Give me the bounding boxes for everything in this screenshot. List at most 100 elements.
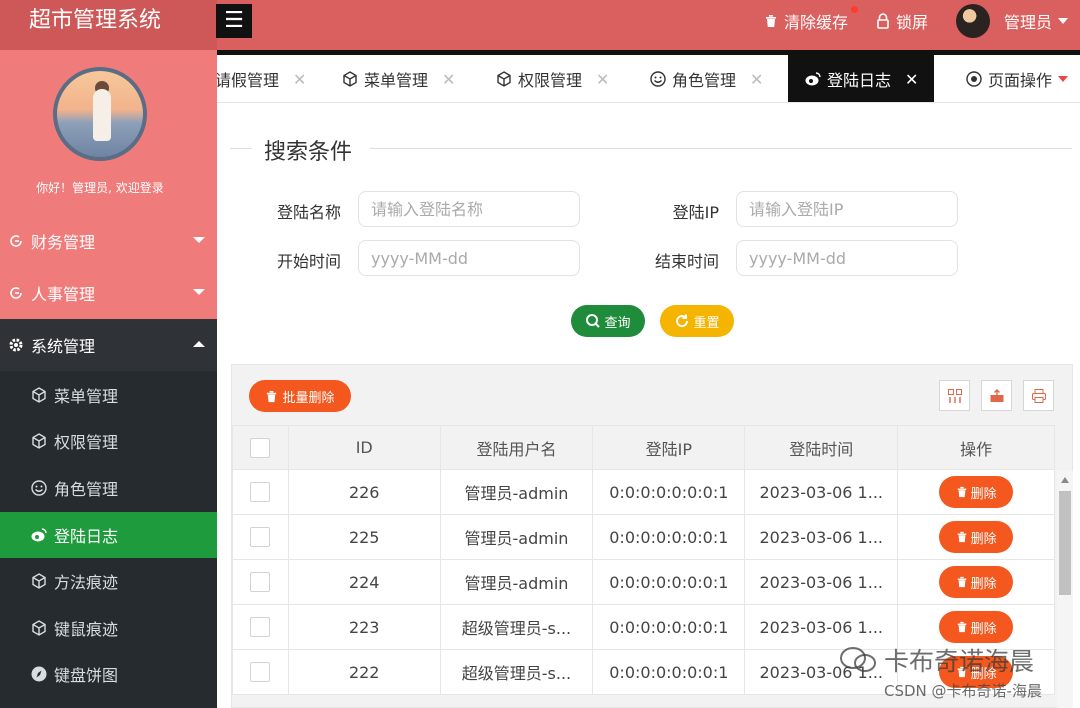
search-title: 搜索条件: [264, 140, 353, 165]
search-icon: [586, 314, 601, 328]
user-cell: 超级管理员-s...: [439, 649, 594, 695]
login-ip-input[interactable]: [736, 191, 958, 227]
tab-login-log[interactable]: 登陆日志 ✕: [788, 55, 935, 102]
weibo-icon: [31, 528, 47, 542]
query-button[interactable]: 查询: [571, 305, 645, 337]
tab-leave[interactable]: 请假管理 ✕: [217, 55, 306, 102]
weibo-icon: [805, 72, 821, 86]
page-operations-label: 页面操作: [987, 71, 1052, 90]
tab-permission[interactable]: 权限管理 ✕: [495, 55, 609, 102]
row-select-cell: [232, 649, 289, 695]
id-cell: 222: [287, 649, 441, 695]
row-delete-button[interactable]: 删除: [939, 611, 1014, 643]
user-name: 管理员: [1003, 13, 1052, 32]
trash-icon: [957, 621, 966, 633]
column-header[interactable]: ID: [287, 425, 441, 470]
user-menu[interactable]: 管理员: [1004, 9, 1068, 33]
login-name-input[interactable]: [358, 191, 580, 227]
tab-menu[interactable]: 菜单管理 ✕: [341, 55, 455, 102]
id-cell: 226: [287, 469, 441, 515]
row-checkbox[interactable]: [250, 482, 271, 503]
cube-icon: [32, 387, 46, 403]
lock-screen-label: 锁屏: [895, 13, 928, 32]
row-delete-label: 删除: [970, 621, 997, 637]
sidebar-item-method-trace[interactable]: 方法痕迹: [0, 558, 217, 604]
sidebar-item-role[interactable]: 角色管理: [0, 465, 217, 511]
time-cell: 2023-03-06 1...: [744, 514, 899, 560]
start-time-label: 开始时间: [276, 252, 341, 271]
search-section-title: 搜索条件: [230, 134, 1072, 165]
sidebar: 你好！管理员, 欢迎登录 财务管理 人事管理 系统管理 菜单管理 权限管理 角色…: [0, 50, 217, 708]
user-avatar[interactable]: [955, 4, 990, 38]
column-header[interactable]: 登陆IP: [592, 425, 746, 470]
print-button[interactable]: [1023, 380, 1054, 411]
select-all-cell: [232, 425, 289, 470]
tab-label: 登陆日志: [827, 71, 892, 90]
row-checkbox[interactable]: [250, 572, 271, 593]
batch-delete-label: 批量删除: [282, 390, 335, 406]
reset-button[interactable]: 重置: [660, 305, 734, 337]
sidebar-group-hr[interactable]: 人事管理: [0, 267, 217, 319]
export-button[interactable]: [981, 380, 1012, 411]
export-icon: [990, 388, 1003, 402]
refresh-icon: [10, 235, 22, 247]
tab-role[interactable]: 角色管理 ✕: [649, 55, 763, 102]
column-header[interactable]: 登陆时间: [744, 425, 899, 470]
table-scrollbar[interactable]: [1057, 471, 1073, 708]
trash-icon: [765, 15, 776, 27]
tab-label: 权限管理: [518, 71, 583, 90]
sidebar-item-label: 角色管理: [54, 480, 119, 499]
row-delete-button[interactable]: 删除: [939, 521, 1014, 553]
row-checkbox[interactable]: [250, 617, 271, 638]
start-time-input[interactable]: [358, 240, 580, 276]
sidebar-item-login-log[interactable]: 登陆日志: [0, 512, 217, 558]
row-select-cell: [232, 514, 289, 560]
scroll-up-icon[interactable]: [1061, 477, 1069, 483]
top-bar: 超市管理系统 ☰ 清除缓存 锁屏 管理员: [0, 0, 1080, 50]
row-delete-button[interactable]: 删除: [939, 566, 1014, 598]
columns-icon: [947, 388, 962, 403]
sidebar-group-label: 财务管理: [31, 233, 96, 252]
refresh-icon: [676, 314, 689, 328]
lock-icon: [877, 13, 889, 29]
smile-icon: [650, 71, 666, 87]
cube-icon: [32, 573, 46, 589]
sidebar-item-label: 菜单管理: [54, 387, 119, 406]
batch-delete-button[interactable]: 批量删除: [249, 380, 351, 412]
menu-toggle-button[interactable]: ☰: [216, 4, 252, 38]
scroll-thumb[interactable]: [1059, 491, 1071, 595]
clear-cache-label: 清除缓存: [783, 13, 848, 32]
print-icon: [1031, 388, 1046, 403]
sidebar-item-menu[interactable]: 菜单管理: [0, 372, 217, 418]
trash-icon: [957, 576, 966, 588]
table-row: 224 管理员-admin 0:0:0:0:0:0:0:1 2023-03-06…: [232, 559, 1055, 605]
sidebar-group-finance[interactable]: 财务管理: [0, 215, 217, 267]
sidebar-item-input-trace[interactable]: 键鼠痕迹: [0, 605, 217, 651]
row-delete-button[interactable]: 删除: [939, 476, 1014, 508]
compass-icon: [31, 666, 47, 682]
id-cell: 223: [287, 604, 441, 650]
row-select-cell: [232, 559, 289, 605]
user-cell: 超级管理员-s...: [439, 604, 594, 650]
ip-cell: 0:0:0:0:0:0:0:1: [592, 469, 746, 515]
row-checkbox[interactable]: [250, 527, 271, 548]
close-icon[interactable]: ✕: [596, 70, 609, 89]
close-icon[interactable]: ✕: [293, 70, 306, 89]
column-header[interactable]: 登陆用户名: [439, 425, 594, 470]
end-time-input[interactable]: [736, 240, 958, 276]
row-delete-label: 删除: [970, 486, 997, 502]
clear-cache-button[interactable]: 清除缓存: [764, 6, 858, 33]
sidebar-item-keyboard-pie[interactable]: 键盘饼图: [0, 651, 217, 697]
sidebar-group-system[interactable]: 系统管理: [0, 319, 217, 371]
select-all-checkbox[interactable]: [250, 437, 271, 458]
close-icon[interactable]: ✕: [442, 70, 455, 89]
columns-filter-button[interactable]: [939, 380, 970, 411]
lock-screen-button[interactable]: 锁屏: [876, 9, 928, 33]
close-icon[interactable]: ✕: [750, 70, 763, 89]
page-operations-menu[interactable]: 页面操作: [950, 55, 1080, 102]
sidebar-item-permission[interactable]: 权限管理: [0, 418, 217, 464]
notification-dot: [850, 6, 858, 13]
login-ip-label: 登陆IP: [672, 203, 719, 222]
row-checkbox[interactable]: [250, 662, 271, 683]
close-icon[interactable]: ✕: [905, 70, 918, 89]
